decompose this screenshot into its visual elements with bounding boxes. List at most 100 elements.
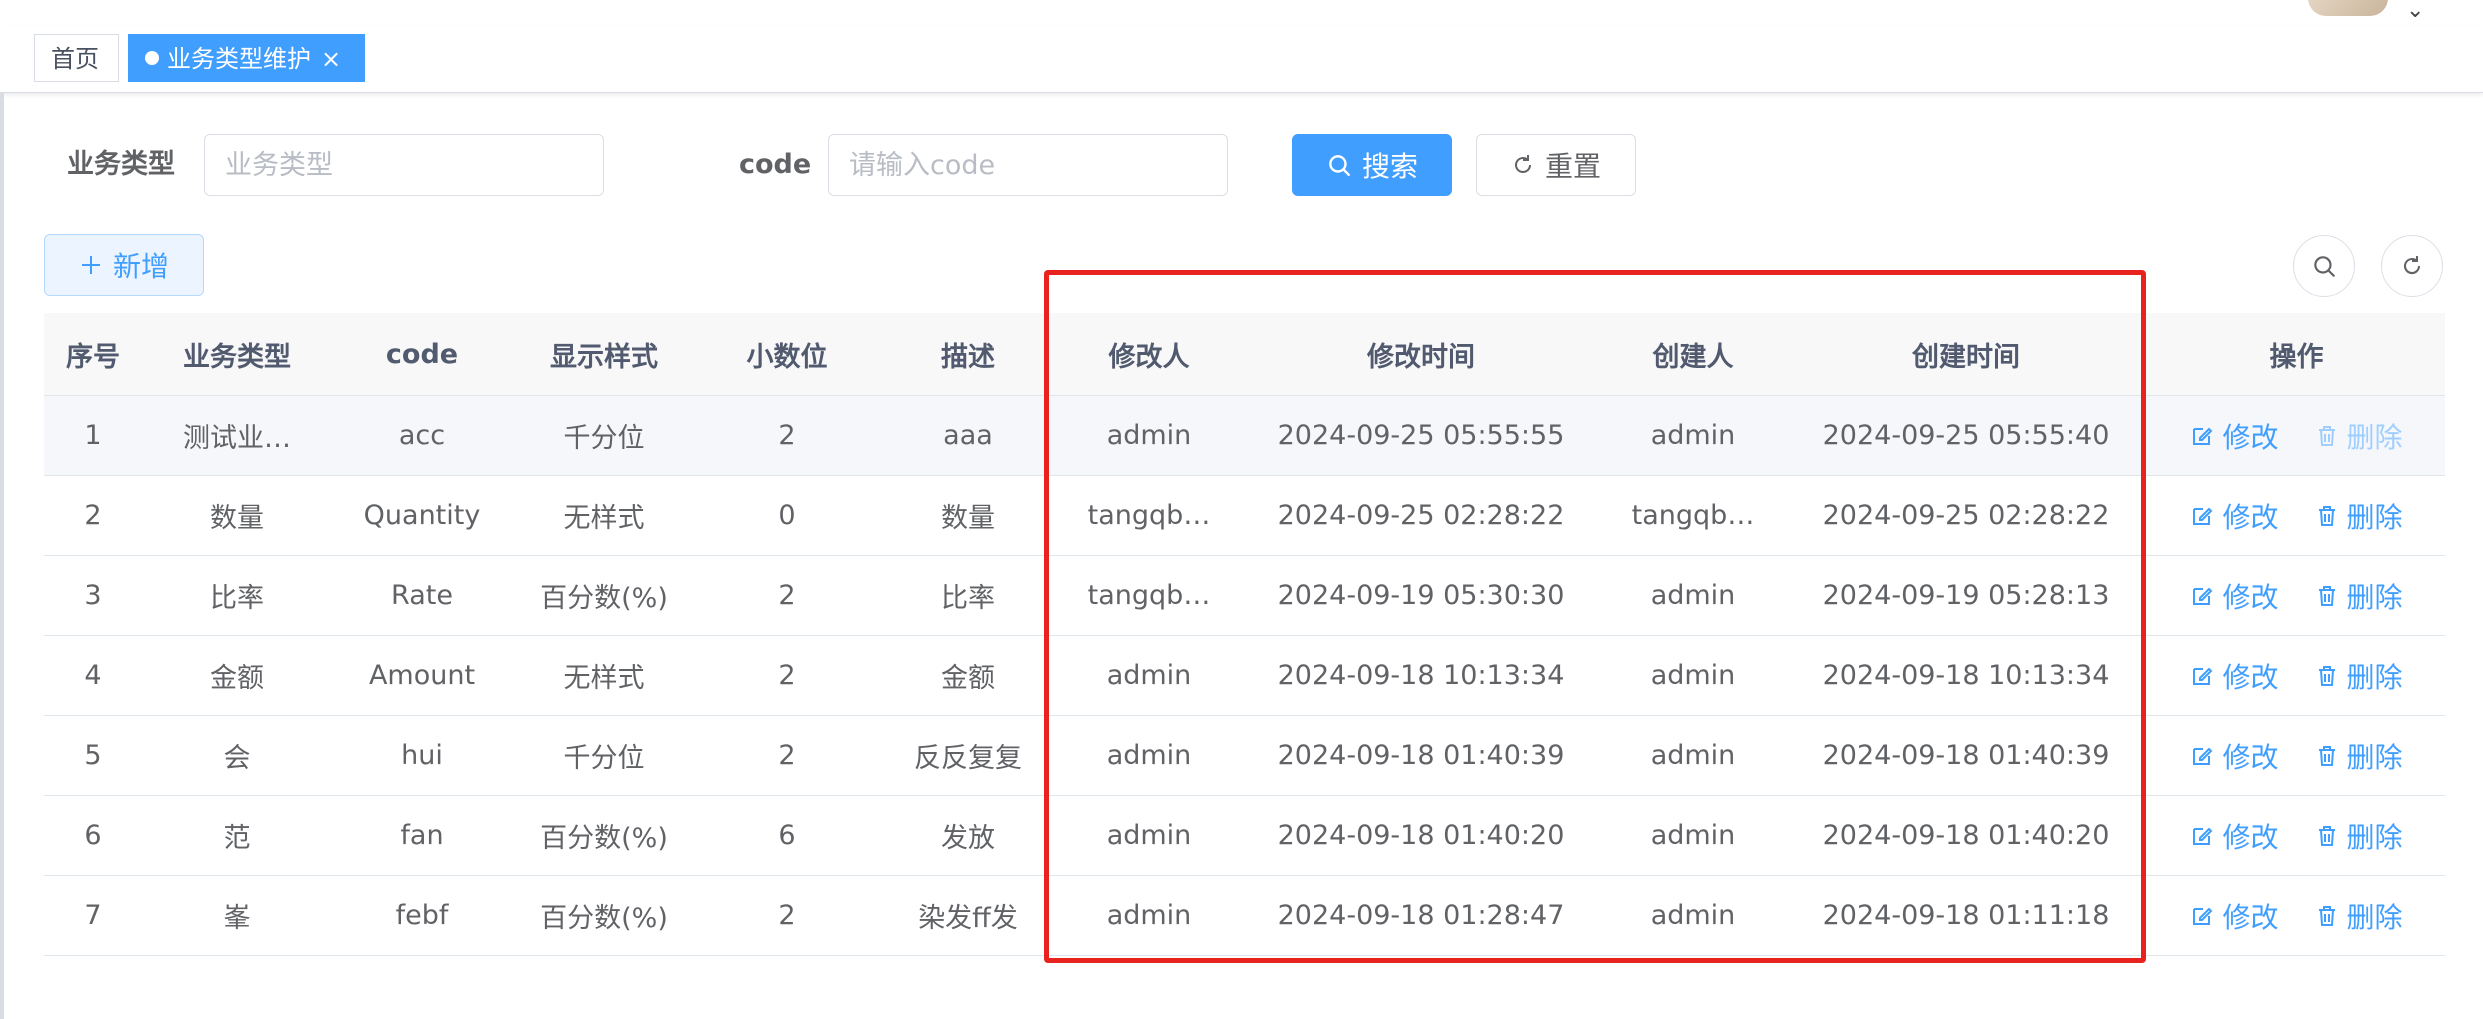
cell-actions: 修改 删除 — [2148, 395, 2445, 476]
refresh-icon — [2403, 256, 2420, 275]
cell-description: 比率 — [878, 555, 1058, 636]
cell-created-time: 2024-09-18 01:40:20 — [1784, 795, 2148, 876]
delete-label: 删除 — [2346, 420, 2403, 454]
column-header: code — [332, 313, 512, 396]
cell-created-time: 2024-09-19 05:28:13 — [1784, 555, 2148, 636]
cell-code: Quantity — [332, 475, 512, 556]
table-row: 6 范 fan 百分数(%) 6 发放 admin 2024-09-18 01:40:20 ad… — [44, 795, 2445, 876]
cell-actions: 修改 删除 — [2148, 875, 2445, 956]
delete-button[interactable]: 删除 — [2315, 896, 2403, 936]
cell-modified-time: 2024-09-25 05:55:55 — [1240, 395, 1602, 476]
delete-button[interactable]: 删除 — [2315, 656, 2403, 696]
cell-creator: admin — [1602, 875, 1784, 956]
search-button[interactable]: 搜索 — [1292, 134, 1452, 196]
cell-index: 5 — [44, 715, 142, 796]
table-row: 1 测试业… acc 千分位 2 aaa admin 2024-09-25 05:55:55 a… — [44, 395, 2445, 476]
add-button-label: 新增 — [112, 250, 169, 283]
table-row: 7 峯 febf 百分数(%) 2 染发ff发 admin 2024-09-18 01:28:… — [44, 875, 2445, 956]
cell-index: 4 — [44, 635, 142, 716]
delete-label: 删除 — [2346, 820, 2403, 854]
type-input[interactable] — [205, 135, 603, 195]
trash-icon — [2318, 905, 2335, 926]
edit-icon — [2193, 667, 2213, 685]
trash-icon — [2318, 825, 2335, 846]
delete-label: 删除 — [2346, 900, 2403, 934]
column-header: 描述 — [878, 313, 1058, 396]
delete-button[interactable]: 删除 — [2315, 736, 2403, 776]
refresh-icon — [1515, 155, 1531, 173]
column-header: 小数位 — [696, 313, 878, 396]
edit-button[interactable]: 修改 — [2190, 736, 2279, 776]
delete-button[interactable]: 删除 — [2315, 416, 2403, 456]
trash-icon — [2318, 585, 2335, 606]
cell-creator: admin — [1602, 795, 1784, 876]
type-label: 业务类型 — [67, 149, 175, 180]
delete-button[interactable]: 删除 — [2315, 816, 2403, 856]
sidebar-edge — [0, 92, 4, 1019]
edit-button[interactable]: 修改 — [2190, 656, 2279, 696]
edit-button[interactable]: 修改 — [2190, 496, 2279, 536]
column-header: 修改时间 — [1240, 313, 1602, 396]
edit-icon — [2193, 907, 2213, 925]
close-icon[interactable]: × — [321, 45, 341, 73]
user-avatar[interactable] — [2308, 0, 2388, 16]
tag-home[interactable]: 首页 — [34, 34, 119, 82]
cell-index: 3 — [44, 555, 142, 636]
reset-button[interactable]: 重置 — [1476, 134, 1636, 196]
edit-button[interactable]: 修改 — [2190, 896, 2279, 936]
edit-label: 修改 — [2222, 740, 2279, 774]
cell-creator: admin — [1602, 395, 1784, 476]
cell-actions: 修改 删除 — [2148, 715, 2445, 796]
delete-button[interactable]: 删除 — [2315, 496, 2403, 536]
code-input[interactable] — [829, 135, 1227, 195]
cell-code: acc — [332, 395, 512, 476]
trash-icon — [2318, 745, 2335, 766]
cell-decimals: 0 — [696, 475, 878, 556]
cell-business-type: 数量 — [142, 475, 332, 556]
edit-button[interactable]: 修改 — [2190, 576, 2279, 616]
cell-modified-time: 2024-09-18 01:40:39 — [1240, 715, 1602, 796]
plus-icon — [81, 256, 100, 274]
search-button-label: 搜索 — [1361, 150, 1418, 183]
cell-modifier: admin — [1058, 395, 1240, 476]
cell-modifier: admin — [1058, 795, 1240, 876]
add-button[interactable]: 新增 — [44, 234, 204, 296]
table-row: 2 数量 Quantity 无样式 0 数量 tangqb… 2024-09-25 02:28… — [44, 475, 2445, 556]
search-icon — [1329, 155, 1350, 176]
edit-button[interactable]: 修改 — [2190, 416, 2279, 456]
cell-decimals: 6 — [696, 795, 878, 876]
refresh-table-button[interactable] — [2381, 235, 2443, 297]
chevron-down-icon[interactable]: ⌄ — [2406, 0, 2424, 22]
cell-created-time: 2024-09-18 01:11:18 — [1784, 875, 2148, 956]
edit-icon — [2193, 747, 2213, 765]
cell-index: 2 — [44, 475, 142, 556]
cell-business-type: 金额 — [142, 635, 332, 716]
cell-business-type: 范 — [142, 795, 332, 876]
business-type-table: 序号 业务类型 code 显示样式 小数位 描述 修改人 修改时间 创建人 创建时间 操作 1 测试业… — [44, 313, 2445, 956]
cell-created-time: 2024-09-18 01:40:39 — [1784, 715, 2148, 796]
toggle-search-button[interactable] — [2293, 235, 2355, 297]
edit-label: 修改 — [2222, 500, 2279, 534]
cell-modifier: tangqb… — [1058, 555, 1240, 636]
cell-display-style: 无样式 — [512, 635, 696, 716]
column-header: 操作 — [2148, 313, 2445, 396]
cell-code: Rate — [332, 555, 512, 636]
cell-display-style: 千分位 — [512, 715, 696, 796]
active-dot-icon — [145, 51, 159, 65]
cell-creator: admin — [1602, 635, 1784, 716]
table-row: 3 比率 Rate 百分数(%) 2 比率 tangqb… 2024-09-19 05:30:… — [44, 555, 2445, 636]
cell-description: 反反复复 — [878, 715, 1058, 796]
cell-modifier: tangqb… — [1058, 475, 1240, 556]
delete-button[interactable]: 删除 — [2315, 576, 2403, 616]
cell-actions: 修改 删除 — [2148, 795, 2445, 876]
edit-button[interactable]: 修改 — [2190, 816, 2279, 856]
tag-business-type[interactable]: 业务类型维护 × — [128, 34, 365, 82]
cell-description: 染发ff发 — [878, 875, 1058, 956]
cell-description: 发放 — [878, 795, 1058, 876]
cell-created-time: 2024-09-25 02:28:22 — [1784, 475, 2148, 556]
reset-button-label: 重置 — [1544, 150, 1601, 183]
cell-modified-time: 2024-09-25 02:28:22 — [1240, 475, 1602, 556]
cell-business-type: 比率 — [142, 555, 332, 636]
trash-icon — [2318, 425, 2335, 446]
code-label: code — [739, 149, 812, 180]
